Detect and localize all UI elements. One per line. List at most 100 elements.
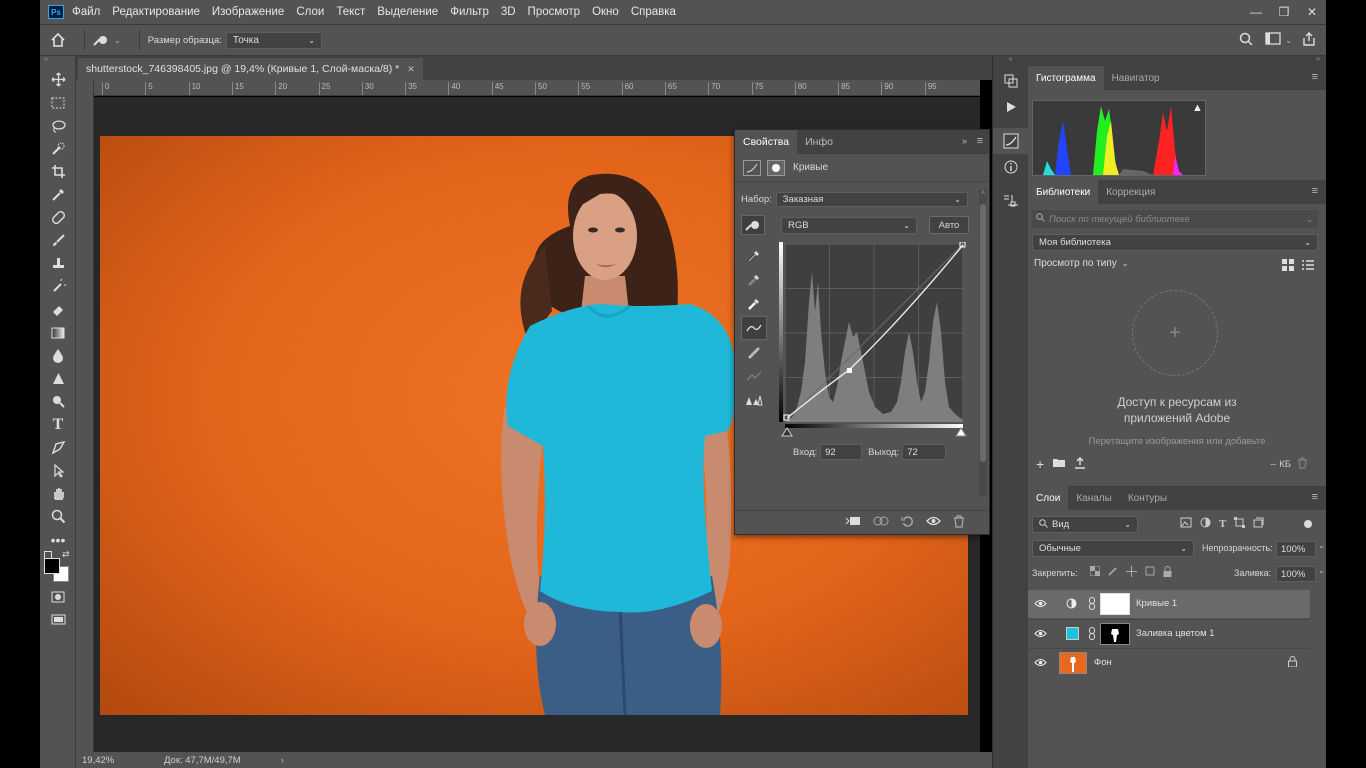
black-point-eyedropper-icon[interactable]	[741, 244, 767, 268]
tab-properties[interactable]: Свойства	[735, 130, 798, 154]
menu-window[interactable]: Окно	[592, 6, 619, 18]
collapse-icon[interactable]: «	[993, 56, 1028, 68]
delete-icon[interactable]	[1297, 457, 1308, 472]
lock-transparency-icon[interactable]	[1089, 565, 1101, 580]
menu-layers[interactable]: Слои	[296, 6, 324, 18]
quick-selection-tool-icon[interactable]	[40, 137, 76, 160]
info-icon[interactable]	[993, 154, 1029, 180]
layer-row-color-fill[interactable]: Заливка цветом 1	[1028, 619, 1310, 647]
hand-tool-icon[interactable]	[40, 482, 76, 505]
photoshop-logo[interactable]: Ps	[48, 5, 64, 19]
panel-menu-icon[interactable]: ≡	[1312, 71, 1318, 83]
library-search-input[interactable]: Поиск по текущей библиотеке ⌄	[1032, 210, 1318, 228]
properties-scrollbar[interactable]: ˄	[979, 190, 987, 496]
tab-layers[interactable]: Слои	[1028, 486, 1069, 510]
filter-type-icon[interactable]: T	[1219, 518, 1226, 530]
document-tab[interactable]: shutterstock_746398405.jpg @ 19,4% (Крив…	[78, 58, 423, 80]
history-brush-tool-icon[interactable]	[40, 275, 76, 298]
dodge-tool-icon[interactable]	[40, 367, 76, 390]
filter-toggle[interactable]	[1304, 520, 1313, 528]
folder-icon[interactable]	[1052, 457, 1066, 471]
sample-size-select[interactable]: Точка ⌄	[225, 31, 322, 49]
type-tool-icon[interactable]: T	[40, 413, 76, 436]
swap-colors-icon[interactable]: ⇄	[62, 549, 70, 560]
lock-image-icon[interactable]	[1108, 566, 1118, 580]
blur-tool-icon[interactable]	[40, 344, 76, 367]
properties-panel-icon[interactable]	[993, 188, 1029, 214]
lock-icon[interactable]	[1288, 656, 1297, 670]
tab-libraries[interactable]: Библиотеки	[1028, 180, 1099, 204]
curve-points-icon[interactable]	[741, 316, 767, 340]
chain-link-icon[interactable]	[1089, 597, 1095, 613]
delete-icon[interactable]	[953, 514, 965, 531]
lock-all-icon[interactable]	[1163, 566, 1172, 580]
grid-view-icon[interactable]	[1282, 259, 1294, 274]
minimize-button[interactable]: —	[1242, 5, 1270, 19]
pencil-draw-icon[interactable]	[741, 340, 767, 364]
stamp-tool-icon[interactable]	[40, 252, 76, 275]
smooth-curve-icon[interactable]	[741, 364, 767, 388]
share-icon[interactable]	[1302, 31, 1316, 49]
collapse-icon[interactable]: »	[40, 56, 75, 68]
tab-paths[interactable]: Контуры	[1120, 486, 1175, 510]
layer-mask-thumbnail[interactable]	[1100, 623, 1130, 645]
layer-thumbnail[interactable]	[1059, 652, 1087, 674]
chevron-down-icon[interactable]: ⌄	[1318, 541, 1325, 550]
layer-filter-select[interactable]: Вид ⌄	[1032, 516, 1138, 533]
close-document-icon[interactable]: ✕	[407, 64, 415, 75]
eraser-tool-icon[interactable]	[40, 298, 76, 321]
add-to-library-icon[interactable]: +	[1132, 290, 1218, 376]
menu-image[interactable]: Изображение	[212, 6, 284, 18]
filter-pixel-icon[interactable]	[1180, 517, 1192, 531]
panel-collapse-icon[interactable]: »	[962, 136, 967, 146]
menu-file[interactable]: Файл	[72, 6, 100, 18]
panel-menu-icon[interactable]: ≡	[1312, 491, 1318, 503]
preset-select[interactable]: Заказная ⌄	[775, 191, 968, 207]
channel-select[interactable]: RGB ⌄	[781, 216, 917, 234]
menu-help[interactable]: Справка	[631, 6, 676, 18]
move-tool-icon[interactable]	[40, 68, 76, 91]
filter-shape-icon[interactable]	[1234, 517, 1246, 531]
fill-field[interactable]: 100%	[1276, 566, 1316, 582]
panel-menu-icon[interactable]: ≡	[1312, 185, 1318, 197]
zoom-level[interactable]: 19,42%	[82, 755, 152, 766]
add-icon[interactable]: +	[1036, 456, 1044, 472]
chevron-right-icon[interactable]: ›	[281, 755, 284, 766]
menu-view[interactable]: Просмотр	[528, 6, 581, 18]
quick-mask-icon[interactable]	[40, 585, 76, 608]
histogram-graph[interactable]	[1032, 100, 1206, 176]
home-icon[interactable]	[40, 32, 76, 48]
ruler-horizontal[interactable]: 0 5 10 15 20 25 30 35 40 45 50 55 60 65 70 75 80 85 90 95	[94, 80, 980, 96]
layer-row-background[interactable]: Фон	[1028, 648, 1310, 676]
direct-selection-tool-icon[interactable]	[40, 459, 76, 482]
tab-info[interactable]: Инфо	[797, 130, 841, 154]
tab-correction[interactable]: Коррекция	[1098, 180, 1163, 204]
visibility-eye-icon[interactable]	[1034, 599, 1047, 611]
blend-mode-select[interactable]: Обычные ⌄	[1032, 540, 1194, 557]
search-icon[interactable]	[1239, 32, 1253, 49]
adjustments-panel-icon[interactable]	[993, 128, 1029, 154]
auto-button[interactable]: Авто	[929, 216, 969, 234]
white-point-eyedropper-icon[interactable]	[741, 292, 767, 316]
eyedropper-preset-icon[interactable]: ⌄	[93, 33, 121, 47]
visibility-eye-icon[interactable]	[926, 516, 941, 529]
histogram-warning-icon[interactable]: ▲	[1192, 102, 1203, 114]
chain-link-icon[interactable]	[1089, 627, 1095, 643]
tab-navigator[interactable]: Навигатор	[1104, 66, 1168, 90]
curves-graph[interactable]	[779, 241, 967, 438]
fill-color-swatch[interactable]	[1066, 627, 1079, 640]
lock-artboard-icon[interactable]	[1145, 566, 1155, 580]
gray-point-eyedropper-icon[interactable]	[741, 268, 767, 292]
workspace-icon[interactable]	[1265, 32, 1281, 48]
more-tools-icon[interactable]: •••	[40, 528, 76, 551]
clip-to-layer-icon[interactable]	[845, 515, 861, 530]
on-image-adjust-icon[interactable]	[741, 215, 765, 235]
close-button[interactable]: ✕	[1298, 5, 1326, 19]
opacity-field[interactable]: 100%	[1276, 541, 1316, 557]
menu-edit[interactable]: Редактирование	[112, 6, 200, 18]
ruler-vertical[interactable]	[76, 80, 94, 752]
history-panel-icon[interactable]	[993, 68, 1029, 94]
screen-mode-icon[interactable]	[40, 608, 76, 631]
menu-select[interactable]: Выделение	[377, 6, 438, 18]
foreground-color-swatch[interactable]	[44, 558, 60, 574]
